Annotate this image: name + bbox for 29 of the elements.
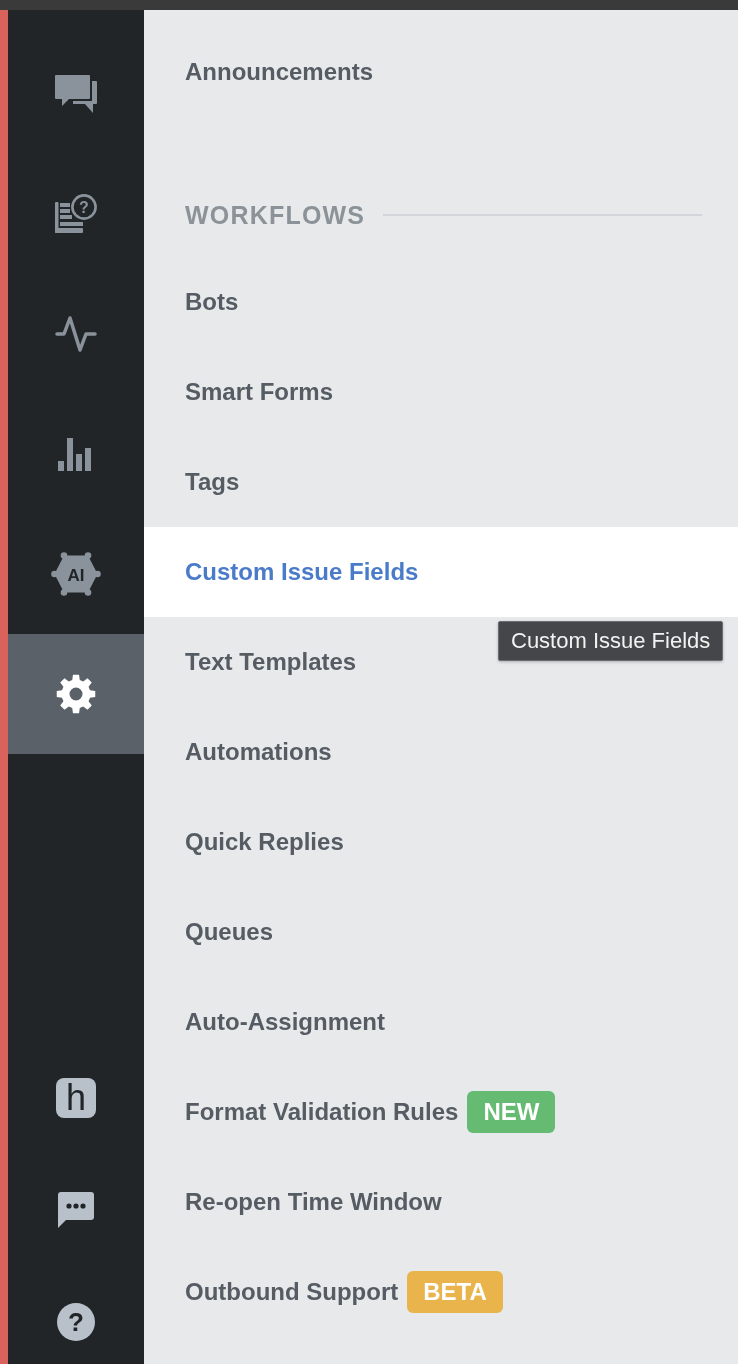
tooltip: Custom Issue Fields <box>498 621 724 661</box>
letter-tile-icon[interactable]: h <box>56 1078 96 1118</box>
sidebar-item[interactable]: ? <box>8 154 144 274</box>
sidebar-item[interactable]: h <box>8 1058 144 1138</box>
menu-item[interactable]: Auto-Assignment <box>144 977 738 1067</box>
chat-dots-icon[interactable] <box>58 1192 94 1228</box>
sidebar-item[interactable]: AI <box>8 514 144 634</box>
bar-chart-icon[interactable] <box>58 437 94 471</box>
menu-item[interactable]: Custom Issue Fields <box>144 527 738 617</box>
menu-item[interactable]: Re-open Time Window <box>144 1157 738 1247</box>
menu-item[interactable]: Bots <box>144 257 738 347</box>
menu-item[interactable]: Automations <box>144 707 738 797</box>
menu-item[interactable]: Smart Forms <box>144 347 738 437</box>
menu-item[interactable]: Quick Replies <box>144 797 738 887</box>
sidebar-item[interactable] <box>8 634 144 754</box>
ai-network-icon[interactable]: AI <box>51 552 101 596</box>
menu-item[interactable]: Queues <box>144 887 738 977</box>
menu-item[interactable]: Format Validation Rules NEW <box>144 1067 738 1157</box>
help-icon[interactable]: ? <box>57 1303 95 1341</box>
menu-item[interactable]: Announcements <box>144 27 738 117</box>
chat-bubbles-icon[interactable] <box>55 75 97 113</box>
sidebar-item[interactable]: ? <box>8 1282 144 1362</box>
badge: BETA <box>407 1271 503 1313</box>
section-title: WORKFLOWS <box>185 200 366 230</box>
menu-item[interactable]: Outbound Support BETA <box>144 1247 738 1337</box>
menu-item[interactable]: Tags <box>144 437 738 527</box>
badge: NEW <box>467 1091 556 1133</box>
pulse-line-icon[interactable] <box>55 315 97 353</box>
gear-icon[interactable] <box>56 674 96 714</box>
